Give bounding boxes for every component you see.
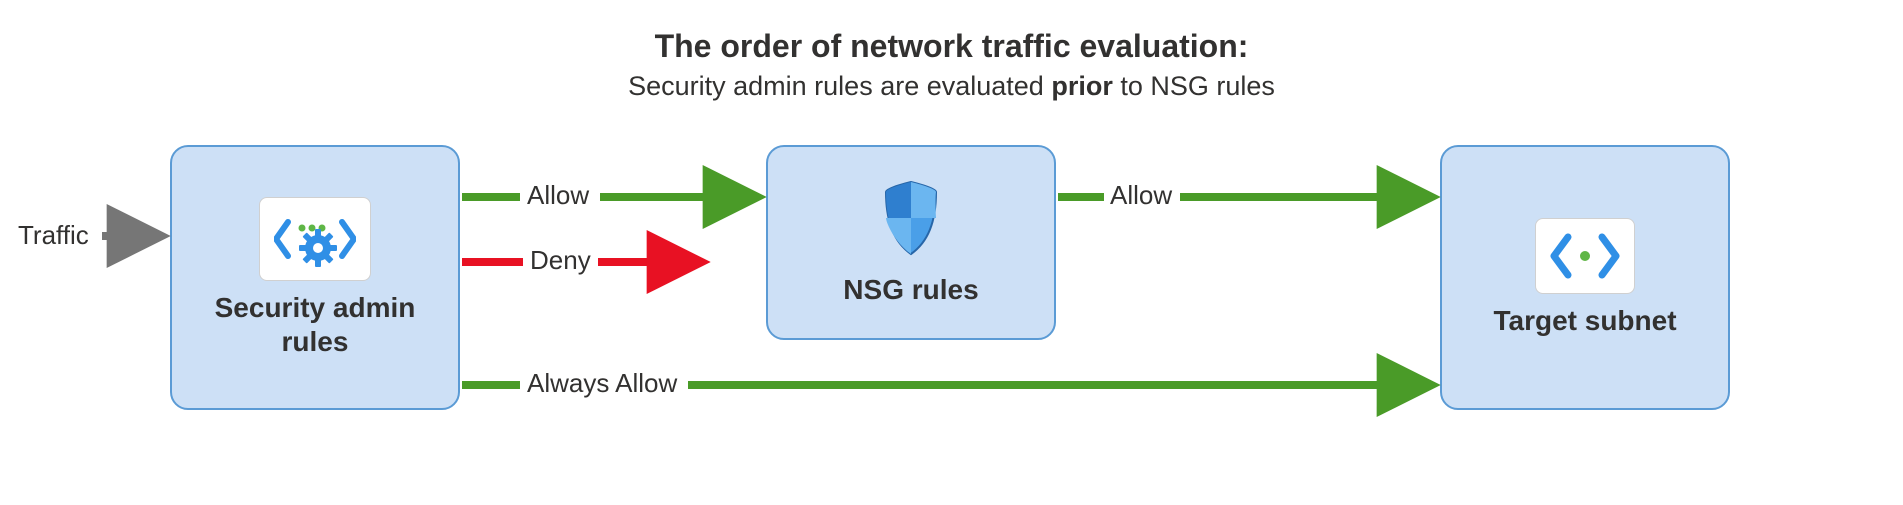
subnet-icon [1550, 229, 1620, 283]
target-subnet-icon-box [1535, 218, 1635, 294]
security-admin-icon [274, 208, 356, 270]
security-admin-icon-box [259, 197, 371, 281]
arrow-always-allow-label: Always Allow [527, 368, 677, 399]
shield-icon [876, 178, 946, 263]
arrow-allow1-label: Allow [527, 180, 589, 211]
node-security-admin-rules: Security admin rules [170, 145, 460, 410]
diagram-canvas: Traffic [0, 0, 1903, 505]
arrow-allow2-label: Allow [1110, 180, 1172, 211]
node-target-subnet: Target subnet [1440, 145, 1730, 410]
node-security-admin-label: Security admin rules [192, 291, 438, 358]
arrow-deny-label: Deny [530, 245, 591, 276]
node-nsg-label: NSG rules [843, 273, 978, 307]
node-target-label: Target subnet [1493, 304, 1676, 338]
traffic-label: Traffic [18, 220, 89, 251]
node-nsg-rules: NSG rules [766, 145, 1056, 340]
